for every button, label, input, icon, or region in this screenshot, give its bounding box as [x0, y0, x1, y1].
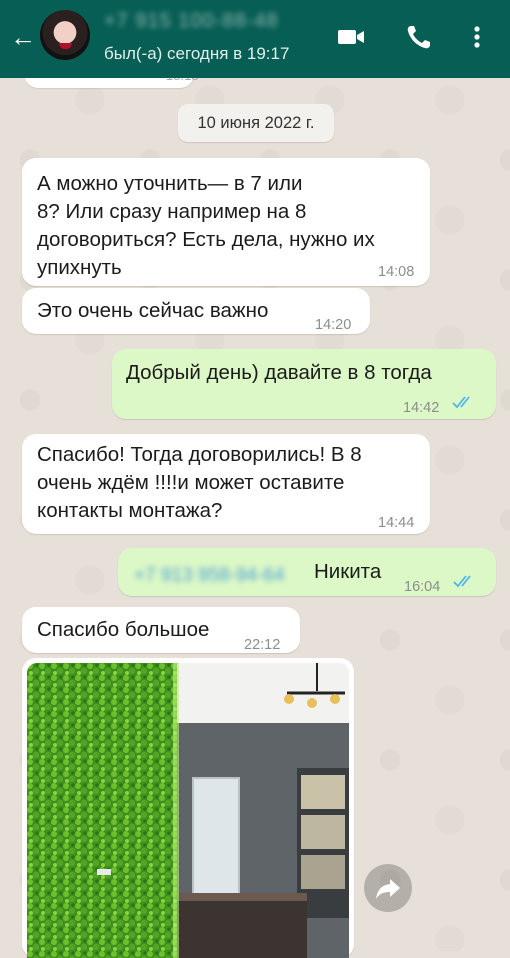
video-call-icon[interactable] — [334, 20, 368, 54]
phone-icon[interactable] — [402, 20, 436, 54]
message-time: 14:44 — [378, 515, 415, 531]
photo-moss-wall-interior — [27, 663, 349, 958]
read-receipt-icon — [452, 396, 470, 409]
incoming-message[interactable]: Это очень сейчас важно 14:20 — [22, 288, 370, 334]
message-time: 16:04 — [404, 579, 441, 595]
message-text: Добрый день) давайте в 8 тогда — [126, 361, 432, 384]
shared-contact-phone[interactable]: +7 913 958-94-64 — [134, 562, 314, 588]
arrow-left-icon[interactable]: ← — [8, 22, 38, 52]
more-vertical-icon[interactable] — [460, 20, 494, 54]
message-text: Никита — [314, 560, 382, 583]
incoming-message[interactable]: Спасибо! Тогда договорились! В 8 очень ж… — [22, 434, 430, 534]
incoming-message[interactable]: А можно уточнить— в 7 или 8? Или сразу н… — [22, 158, 430, 286]
message-text: А можно уточнить— в 7 или 8? Или сразу н… — [37, 172, 375, 279]
last-seen-status: был(-а) сегодня в 19:17 — [104, 44, 290, 63]
outgoing-message[interactable]: Добрый день) давайте в 8 тогда 14:42 — [112, 349, 496, 419]
avatar[interactable] — [40, 10, 90, 60]
chat-header: ← +7 915 100-88-48 был(-а) сегодня в 19:… — [0, 0, 510, 78]
message-time: 22:12 — [244, 637, 281, 653]
message-time: 14:42 — [403, 400, 440, 416]
read-receipt-icon — [453, 575, 471, 588]
message-text: Спасибо! Тогда договорились! В 8 очень ж… — [37, 443, 362, 522]
message-time: 14:20 — [315, 317, 352, 333]
message-text: Это очень сейчас важно — [37, 299, 269, 322]
incoming-image-message[interactable] — [22, 658, 354, 958]
incoming-message[interactable]: Спасибо большое 22:12 — [22, 607, 300, 653]
message-text: Спасибо большое — [37, 618, 210, 641]
date-separator: 10 июня 2022 г. — [178, 104, 334, 142]
photo-image[interactable] — [27, 663, 349, 958]
message-time: 14:08 — [378, 264, 415, 280]
outgoing-message[interactable]: +7 913 958-94-64 Никита 16:04 — [118, 548, 496, 596]
contact-phone[interactable]: +7 915 100-88-48 — [104, 10, 314, 32]
share-forward-icon[interactable] — [364, 864, 412, 912]
